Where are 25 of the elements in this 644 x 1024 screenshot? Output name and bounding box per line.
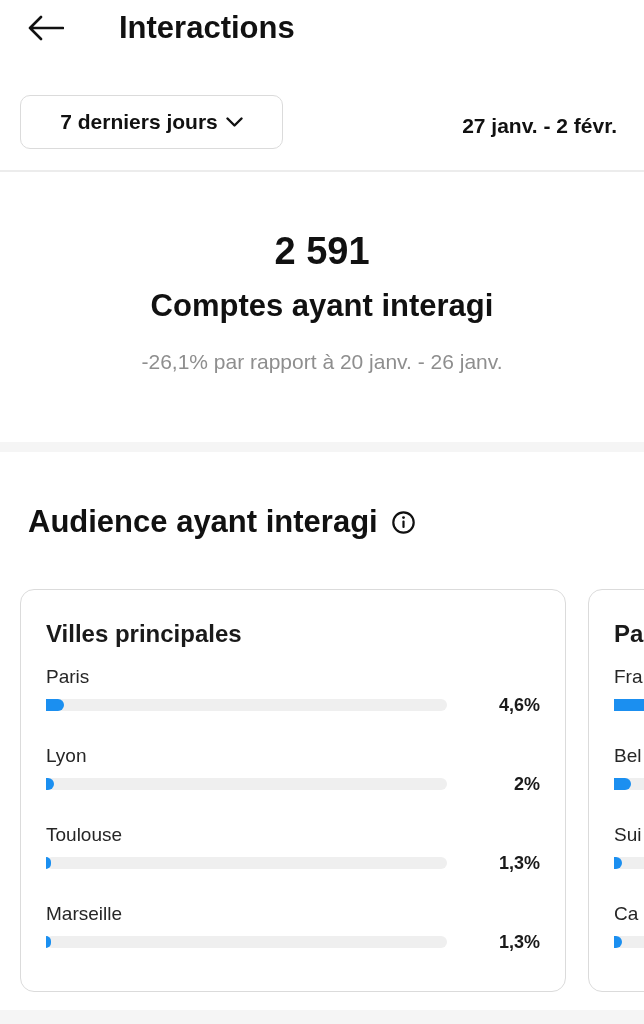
info-icon[interactable] (391, 510, 415, 534)
summary-label: Comptes ayant interagi (150, 288, 494, 324)
row-label: Bel (614, 745, 642, 767)
row-label: Lyon (46, 745, 87, 767)
percentage-value: 1,3% (498, 931, 540, 953)
date-range-text: 27 janv. - 2 févr. (462, 113, 617, 139)
percentage-value: 1,3% (498, 852, 540, 874)
percentage-value: 2% (514, 773, 540, 795)
date-range-dropdown[interactable]: 7 derniers jours (20, 95, 283, 149)
row-label: Paris (46, 666, 90, 688)
card-title: Pa (614, 620, 644, 648)
row-label: Sui (614, 824, 642, 846)
row-label: Ca (614, 903, 639, 925)
accounts-count: 2 591 (274, 229, 370, 273)
row-label: Fra (614, 666, 643, 688)
comparison-text: -26,1% par rapport à 20 janv. - 26 janv. (141, 349, 503, 375)
card-title: Villes principales (46, 620, 243, 648)
percentage-value: 4,6% (498, 694, 540, 716)
row-label: Toulouse (46, 824, 123, 846)
back-button[interactable] (28, 15, 64, 41)
chevron-down-icon (225, 117, 243, 127)
row-label: Marseille (46, 903, 123, 925)
section-title: Audience ayant interagi (28, 504, 378, 540)
back-arrow-icon (28, 15, 64, 41)
page-title: Interactions (119, 10, 295, 46)
